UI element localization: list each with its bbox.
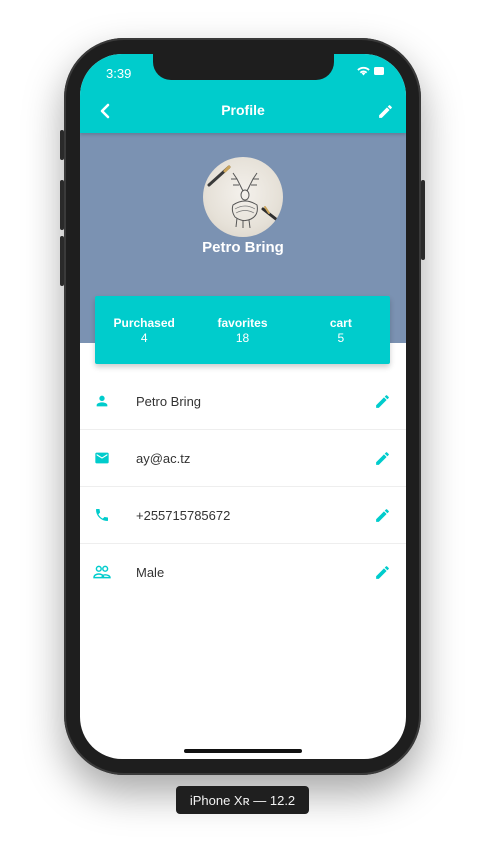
edit-gender-button[interactable] [371, 561, 393, 583]
edit-profile-button[interactable] [374, 100, 396, 122]
app-screen: 3:39 Profile Petro Bring Purchased 4 fav… [80, 54, 406, 759]
device-power-button [421, 180, 425, 260]
person-icon [91, 390, 113, 412]
pencil-icon [375, 508, 389, 522]
pencil-icon [375, 565, 389, 579]
avatar [203, 157, 283, 237]
edit-phone-button[interactable] [371, 504, 393, 526]
stat-value: 5 [337, 331, 345, 345]
stat-label: Purchased [113, 316, 175, 330]
info-value: +255715785672 [136, 507, 231, 523]
info-row-name: Petro Bring [80, 373, 406, 430]
device-volume-down [60, 236, 64, 286]
info-value: Male [136, 564, 165, 580]
device-label: iPhone Xʀ — 12.2 [176, 786, 309, 814]
edit-name-button[interactable] [371, 390, 393, 412]
edit-email-button[interactable] [371, 447, 393, 469]
stat-value: 4 [140, 331, 148, 345]
info-row-gender: Male [80, 544, 406, 600]
email-icon [91, 447, 113, 469]
device-notch [153, 54, 334, 80]
pencil-icon [378, 104, 392, 118]
device-volume-up [60, 180, 64, 230]
stat-label: favorites [217, 316, 268, 330]
info-value: ay@ac.tz [136, 450, 191, 466]
phone-icon [91, 504, 113, 526]
pencil-icon [375, 451, 389, 465]
stat-cart[interactable]: cart 5 [292, 296, 390, 364]
stats-card: Purchased 4 favorites 18 cart 5 [95, 296, 390, 364]
info-value: Petro Bring [136, 393, 202, 409]
profile-name: Petro Bring [202, 239, 284, 256]
home-indicator[interactable] [184, 749, 302, 753]
status-icons [357, 66, 384, 76]
wifi-icon [357, 66, 370, 76]
stat-value: 18 [235, 331, 250, 345]
status-time: 3:39 [106, 66, 132, 81]
deer-sketch-image [207, 165, 283, 229]
stat-purchased[interactable]: Purchased 4 [95, 296, 193, 364]
profile-info-list: Petro Bring ay@ac.tz +255715785672 Male [80, 373, 406, 600]
device-side-button [60, 130, 64, 160]
stat-favorites[interactable]: favorites 18 [193, 296, 291, 364]
page-title: Profile [221, 102, 265, 118]
pencil-icon [375, 394, 389, 408]
people-icon [91, 561, 113, 583]
battery-icon [374, 67, 384, 75]
info-row-phone: +255715785672 [80, 487, 406, 544]
info-row-email: ay@ac.tz [80, 430, 406, 487]
stat-label: cart [329, 316, 352, 330]
